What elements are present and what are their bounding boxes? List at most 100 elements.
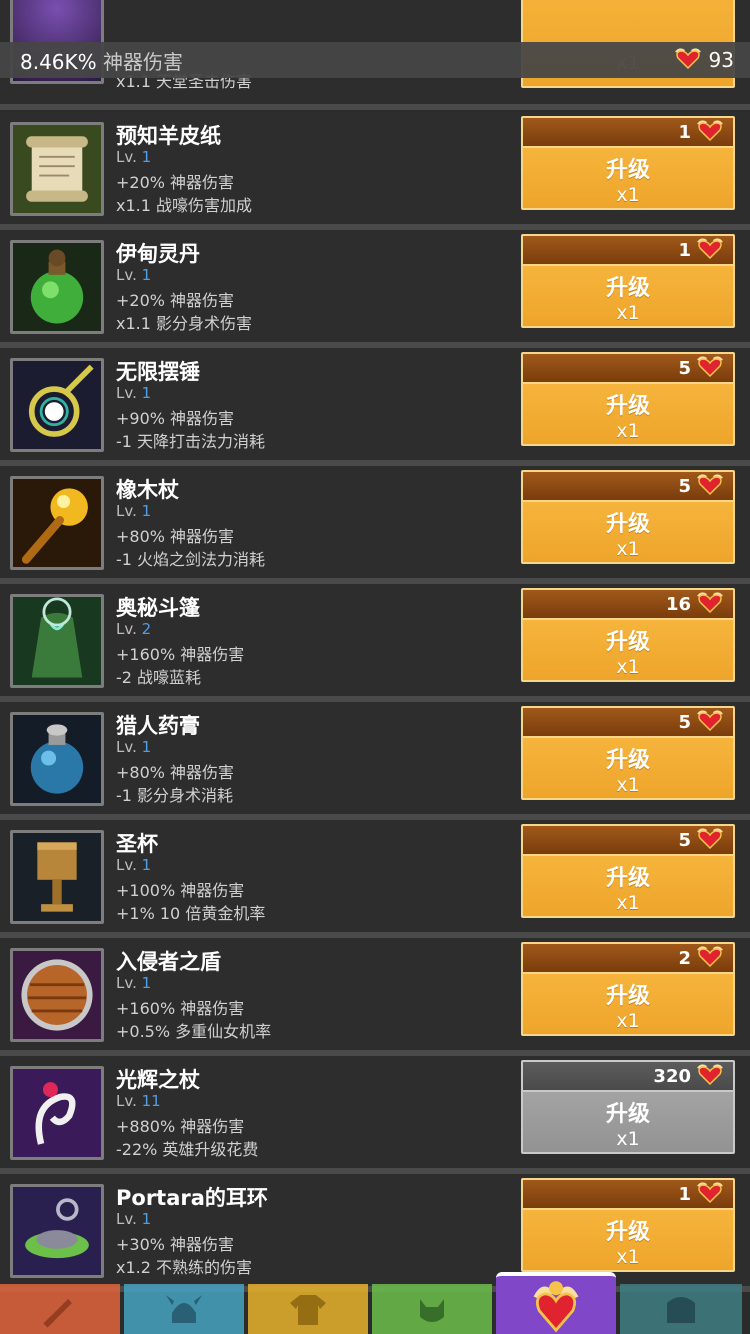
upgrade-cost-value: 2	[678, 947, 691, 969]
upgrade-button[interactable]: 1 升级 x1	[521, 234, 735, 328]
artifact-effect2: +0.5% 多重仙女机率	[116, 1022, 272, 1041]
upgrade-label: 升级	[605, 158, 650, 183]
artifact-level: Lv. 1	[116, 148, 152, 166]
artifact-effect1: +100% 神器伤害	[116, 881, 245, 900]
upgrade-cost: 16	[523, 590, 733, 620]
artifact-level: Lv. 1	[116, 738, 152, 756]
artifact-row: 入侵者之盾 Lv. 1 +160% 神器伤害 +0.5% 多重仙女机率 2 升级…	[0, 938, 750, 1056]
upgrade-cost-value: 1	[678, 239, 691, 261]
winged-heart-icon	[695, 118, 725, 146]
artifact-row: 预知羊皮纸 Lv. 1 +20% 神器伤害 x1.1 战嚎伤害加成 1 升级 x…	[0, 112, 750, 230]
shield-icon[interactable]	[10, 948, 104, 1042]
upgrade-label: 升级	[605, 512, 650, 537]
upgrade-button[interactable]: 5 升级 x1	[521, 352, 735, 446]
tab-winged-heart[interactable]	[496, 1272, 616, 1334]
artifact-level-value: 1	[141, 502, 152, 520]
artifact-effect1: +880% 神器伤害	[116, 1117, 245, 1136]
earring-icon[interactable]	[10, 1184, 104, 1278]
artifact-level-value: 1	[141, 1210, 152, 1228]
artifact-level-value: 2	[141, 620, 152, 638]
upgrade-label: 升级	[605, 748, 650, 773]
winged-heart-icon	[695, 1180, 725, 1208]
upgrade-cost-value: 5	[678, 711, 691, 733]
grail-icon[interactable]	[10, 830, 104, 924]
artifact-level: Lv. 1	[116, 856, 152, 874]
winged-heart-icon	[695, 354, 725, 382]
artifact-name: 无限摆锤	[116, 360, 200, 384]
upgrade-multiplier: x1	[616, 420, 640, 442]
upgrade-cost: 1	[523, 118, 733, 148]
upgrade-button[interactable]: 16 升级 x1	[521, 588, 735, 682]
artifact-effect2: -1 天降打击法力消耗	[116, 432, 266, 451]
artifact-row: 伊甸灵丹 Lv. 1 +20% 神器伤害 x1.1 影分身术伤害 1 升级 x1	[0, 230, 750, 348]
cloak-icon[interactable]	[10, 594, 104, 688]
artifact-row: 猎人药膏 Lv. 1 +80% 神器伤害 -1 影分身术消耗 5 升级 x1	[0, 702, 750, 820]
artifact-effect1: +80% 神器伤害	[116, 763, 235, 782]
chest-icon	[661, 1289, 701, 1329]
upgrade-label: 升级	[605, 1102, 650, 1127]
total-artifact-damage: 8.46K% 神器伤害	[20, 46, 183, 75]
upgrade-cost: 5	[523, 354, 733, 384]
winged-heart-icon	[695, 1062, 725, 1090]
upgrade-label: 升级	[605, 1220, 650, 1245]
bottom-tab-bar	[0, 1272, 750, 1334]
scroll-icon[interactable]	[10, 122, 104, 216]
artifact-level: Lv. 1	[116, 266, 152, 284]
artifact-row: 奥秘斗篷 Lv. 2 +160% 神器伤害 -2 战嚎蓝耗 16 升级 x1	[0, 584, 750, 702]
artifact-level-value: 1	[141, 266, 152, 284]
pet-head-icon	[412, 1289, 452, 1329]
artifact-level: Lv. 1	[116, 974, 152, 992]
upgrade-button[interactable]: 5 升级 x1	[521, 706, 735, 800]
upgrade-multiplier: x1	[616, 1010, 640, 1032]
ointment-jar-icon[interactable]	[10, 712, 104, 806]
upgrade-multiplier: x1	[616, 774, 640, 796]
sword-icon	[40, 1289, 80, 1329]
upgrade-cost-value: 16	[665, 593, 691, 615]
radiant-staff-icon[interactable]	[10, 1066, 104, 1160]
artifact-effect2: x1.2 不熟练的伤害	[116, 1258, 253, 1277]
upgrade-button[interactable]: 1 升级 x1	[521, 116, 735, 210]
artifact-row: 光辉之杖 Lv. 11 +880% 神器伤害 -22% 英雄升级花费 320 升…	[0, 1056, 750, 1174]
viking-helmet-icon	[164, 1289, 204, 1329]
upgrade-button[interactable]: 5 升级 x1	[521, 470, 735, 564]
pendulum-icon[interactable]	[10, 358, 104, 452]
tab-chest[interactable]	[620, 1284, 742, 1334]
artifact-name: 猎人药膏	[116, 714, 200, 738]
upgrade-cost: 5	[523, 472, 733, 502]
artifact-level: Lv. 2	[116, 620, 152, 638]
tab-pet-head[interactable]	[372, 1284, 492, 1334]
artifact-effect1: +20% 神器伤害	[116, 173, 235, 192]
tab-viking-helmet[interactable]	[124, 1284, 244, 1334]
tunic-icon	[288, 1289, 328, 1329]
upgrade-button[interactable]: 5 升级 x1	[521, 824, 735, 918]
tab-tunic[interactable]	[248, 1284, 368, 1334]
upgrade-button[interactable]: 320 升级 x1	[521, 1060, 735, 1154]
upgrade-cost: 5	[523, 826, 733, 856]
upgrade-label: 升级	[605, 984, 650, 1009]
upgrade-cost-value: 320	[653, 1065, 691, 1087]
upgrade-cost-value: 5	[678, 829, 691, 851]
green-potion-icon[interactable]	[10, 240, 104, 334]
damage-label: 神器伤害	[103, 49, 184, 74]
upgrade-label: 升级	[605, 276, 650, 301]
upgrade-button[interactable]: 1 升级 x1	[521, 1178, 735, 1272]
artifact-effect1: +30% 神器伤害	[116, 1235, 235, 1254]
artifact-level: Lv. 1	[116, 502, 152, 520]
upgrade-multiplier: x1	[616, 184, 640, 206]
upgrade-button[interactable]: 2 升级 x1	[521, 942, 735, 1036]
artifact-effect1: +160% 神器伤害	[116, 999, 245, 1018]
tab-sword[interactable]	[0, 1284, 120, 1334]
winged-heart-icon	[695, 944, 725, 972]
upgrade-multiplier: x1	[616, 302, 640, 324]
artifact-name: 橡木杖	[116, 478, 179, 502]
artifact-effect1: +80% 神器伤害	[116, 527, 235, 546]
staff-icon[interactable]	[10, 476, 104, 570]
upgrade-multiplier: x1	[616, 656, 640, 678]
artifact-level-value: 1	[141, 738, 152, 756]
artifact-effect2: -1 影分身术消耗	[116, 786, 234, 805]
artifact-effect2: -1 火焰之剑法力消耗	[116, 550, 266, 569]
artifact-level-value: 11	[141, 1092, 161, 1110]
artifact-effect1: +160% 神器伤害	[116, 645, 245, 664]
upgrade-cost: 5	[523, 708, 733, 738]
currency-display: 93	[673, 46, 734, 75]
